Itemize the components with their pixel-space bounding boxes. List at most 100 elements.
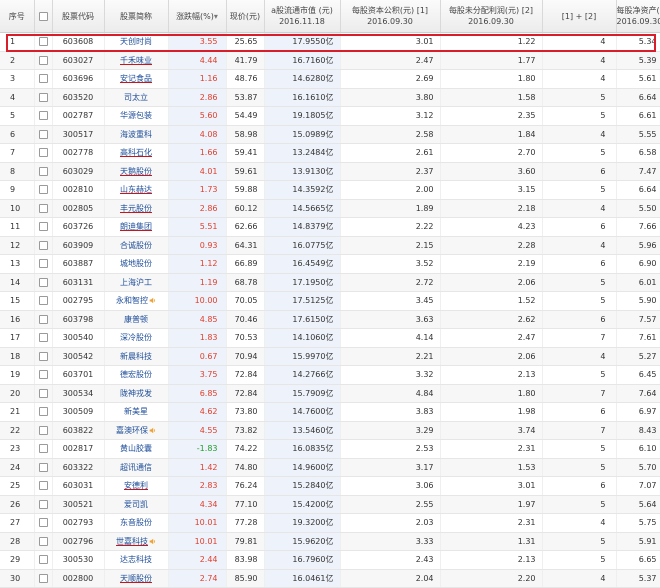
row-checkbox-cell[interactable] [34, 365, 53, 385]
row-checkbox[interactable] [38, 314, 48, 324]
stock-name-cell[interactable]: 山东赫达 [104, 180, 169, 200]
stock-name-cell[interactable]: 千禾味业 [104, 51, 169, 70]
stock-name-cell[interactable]: 康普顿 [104, 310, 169, 329]
col-header-sum[interactable]: [1] + [2] [542, 0, 617, 33]
col-header-idx[interactable]: 序号 [0, 0, 35, 33]
row-checkbox[interactable] [38, 129, 48, 139]
table-row[interactable]: 18 300542 新晨科技 0.67 70.94 15.9970亿 2.21 2.06 4 5.… [0, 347, 660, 366]
row-checkbox[interactable] [38, 148, 48, 158]
select-all-checkbox[interactable] [38, 11, 48, 21]
row-checkbox-cell[interactable] [34, 421, 53, 440]
row-checkbox[interactable] [38, 92, 48, 102]
row-checkbox-cell[interactable] [34, 310, 53, 329]
col-header-price[interactable]: 现价(元) [226, 0, 265, 33]
stock-name-cell[interactable]: 司太立 [104, 88, 169, 107]
row-checkbox-cell[interactable] [34, 550, 53, 570]
stock-name-link[interactable]: 达志科技 [120, 555, 152, 564]
col-header-code[interactable]: 股票代码 [52, 0, 105, 33]
row-checkbox[interactable] [38, 203, 48, 213]
row-checkbox[interactable] [38, 536, 48, 546]
speaker-icon[interactable] [149, 297, 156, 304]
stock-name-link[interactable]: 安德利 [124, 481, 148, 490]
table-row[interactable]: 15 002795 永和智控 10.00 70.05 17.5125亿 3.45 1.52 5 5… [0, 291, 660, 311]
table-row[interactable]: 5 002787 华源包装 5.60 54.49 19.1805亿 3.12 2.35 5 6.6… [0, 106, 660, 126]
row-checkbox-cell[interactable] [34, 125, 53, 144]
col-header-change[interactable]: 涨跌幅(%)▾ [168, 0, 227, 33]
row-checkbox[interactable] [38, 277, 48, 287]
stock-name-link[interactable]: 深冷股份 [120, 333, 152, 342]
row-checkbox[interactable] [38, 444, 48, 454]
row-checkbox-cell[interactable] [34, 439, 53, 459]
row-checkbox[interactable] [38, 185, 48, 195]
row-checkbox-cell[interactable] [34, 106, 53, 126]
stock-name-cell[interactable]: 深冷股份 [104, 328, 169, 348]
table-row[interactable]: 20 300534 陇神戎发 6.85 72.84 15.7909亿 4.84 1.80 7 7.… [0, 384, 660, 403]
stock-name-link[interactable]: 新晨科技 [120, 352, 152, 361]
stock-name-link[interactable]: 嘉澳环保 [116, 426, 148, 435]
row-checkbox-cell[interactable] [34, 273, 53, 292]
table-row[interactable]: 30 002800 天顺股份 2.74 85.90 16.0461亿 2.04 2.20 4 5.… [0, 569, 660, 588]
table-row[interactable]: 10 002805 丰元股份 2.86 60.12 14.5665亿 1.89 2.18 4 5.… [0, 199, 660, 218]
row-checkbox-cell[interactable] [34, 458, 53, 477]
stock-name-link[interactable]: 东音股份 [120, 518, 152, 527]
table-row[interactable]: 21 300509 新美星 4.62 73.80 14.7600亿 3.83 1.98 6 6.9… [0, 402, 660, 422]
stock-name-link[interactable]: 新美星 [124, 407, 148, 416]
table-row[interactable]: 16 603798 康普顿 4.85 70.46 17.6150亿 3.63 2.62 6 7.5… [0, 310, 660, 329]
row-checkbox[interactable] [38, 425, 48, 435]
row-checkbox[interactable] [38, 333, 48, 343]
row-checkbox-cell[interactable] [34, 217, 53, 237]
row-checkbox[interactable] [38, 481, 48, 491]
stock-name-cell[interactable]: 城地股份 [104, 254, 169, 274]
stock-name-cell[interactable]: 合诚股份 [104, 236, 169, 255]
row-checkbox[interactable] [38, 518, 48, 528]
row-checkbox-cell[interactable] [34, 347, 53, 366]
stock-name-link[interactable]: 陇神戎发 [120, 389, 152, 398]
row-checkbox-cell[interactable] [34, 143, 53, 163]
table-row[interactable]: 27 002793 东音股份 10.01 77.28 19.3200亿 2.03 2.31 4 5… [0, 513, 660, 533]
row-checkbox[interactable] [38, 296, 48, 306]
stock-name-link[interactable]: 丰元股份 [120, 204, 152, 213]
stock-name-link[interactable]: 海波重科 [120, 130, 152, 139]
row-checkbox[interactable] [38, 499, 48, 509]
row-checkbox-cell[interactable] [34, 328, 53, 348]
col-header-market-cap[interactable]: a股流通市值 (元) 2016.11.18 [264, 0, 341, 33]
stock-name-cell[interactable]: 新晨科技 [104, 347, 169, 366]
row-checkbox[interactable] [38, 555, 48, 565]
row-checkbox-cell[interactable] [34, 254, 53, 274]
stock-name-link[interactable]: 山东赫达 [120, 185, 152, 194]
table-row[interactable]: 24 603322 超讯通信 1.42 74.80 14.9600亿 3.17 1.53 5 5.… [0, 458, 660, 477]
stock-name-cell[interactable]: 天鹅股份 [104, 162, 169, 181]
table-row[interactable]: 6 300517 海波重科 4.08 58.98 15.0989亿 2.58 1.84 4 5.5… [0, 125, 660, 144]
table-row[interactable]: 11 603726 朗迪集团 5.51 62.66 14.8379亿 2.22 4.23 6 7.… [0, 217, 660, 237]
stock-name-cell[interactable]: 世嘉科技 [104, 532, 169, 551]
stock-name-cell[interactable]: 德宏股份 [104, 365, 169, 385]
stock-name-link[interactable]: 爱司凯 [124, 500, 148, 509]
row-checkbox[interactable] [38, 462, 48, 472]
row-checkbox-cell[interactable] [34, 162, 53, 181]
col-header-select[interactable] [34, 0, 53, 33]
row-checkbox-cell[interactable] [34, 402, 53, 422]
table-row[interactable]: 25 603031 安德利 2.83 76.24 15.2840亿 3.06 3.01 6 7.0… [0, 476, 660, 496]
table-row[interactable]: 13 603887 城地股份 1.12 66.89 16.4549亿 3.52 2.19 6 6.… [0, 254, 660, 274]
row-checkbox-cell[interactable] [34, 180, 53, 200]
stock-name-link[interactable]: 天顺股份 [120, 574, 152, 583]
stock-name-link[interactable]: 世嘉科技 [116, 537, 148, 546]
row-checkbox-cell[interactable] [34, 569, 53, 588]
stock-name-cell[interactable]: 高科石化 [104, 143, 169, 163]
stock-name-cell[interactable]: 天创时尚 [104, 32, 169, 52]
row-checkbox-cell[interactable] [34, 532, 53, 551]
col-header-name[interactable]: 股票简称 [104, 0, 169, 33]
stock-name-cell[interactable]: 华源包装 [104, 106, 169, 126]
stock-name-link[interactable]: 上海沪工 [120, 278, 152, 287]
stock-name-cell[interactable]: 安记食品 [104, 69, 169, 89]
stock-name-link[interactable]: 朗迪集团 [120, 222, 152, 231]
col-header-nav[interactable]: 每股净资产(元) 2016.09.30 [616, 0, 660, 33]
row-checkbox-cell[interactable] [34, 199, 53, 218]
stock-name-link[interactable]: 千禾味业 [120, 56, 152, 65]
stock-name-link[interactable]: 天鹅股份 [120, 167, 152, 176]
stock-name-link[interactable]: 黄山胶囊 [120, 444, 152, 453]
row-checkbox-cell[interactable] [34, 88, 53, 107]
table-row[interactable]: 22 603822 嘉澳环保 4.55 73.82 13.5460亿 3.29 3.74 7 8.… [0, 421, 660, 440]
row-checkbox[interactable] [38, 74, 48, 84]
row-checkbox[interactable] [38, 37, 48, 47]
